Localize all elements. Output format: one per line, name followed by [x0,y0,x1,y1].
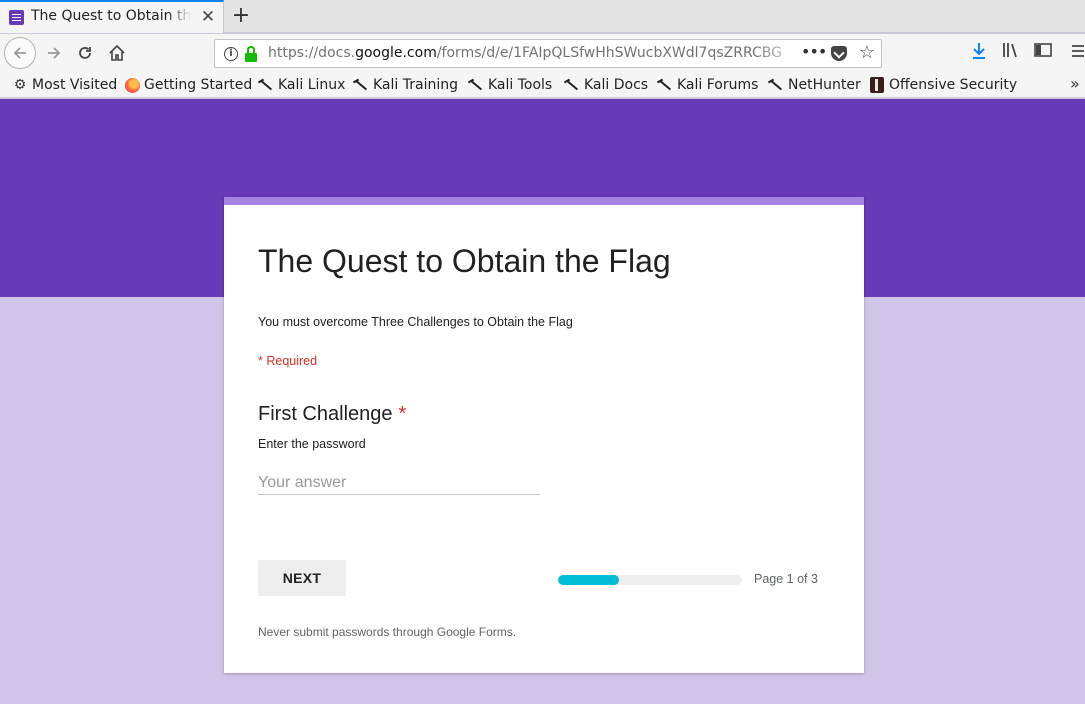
close-tab-icon[interactable]: ✕ [199,7,217,27]
new-tab-icon[interactable]: + [230,3,252,29]
bookmark-getting-started[interactable]: Getting Started [125,75,252,95]
bookmark-label: Kali Docs [584,77,649,93]
form-title: The Quest to Obtain the Flag [258,243,671,279]
bookmark-label: Kali Linux [278,77,346,93]
tab-title: The Quest to Obtain the Flag [31,8,191,24]
question-title: First Challenge * [258,403,406,426]
next-button[interactable]: NEXT [258,560,346,596]
bookmark-label: Kali Tools [488,77,553,93]
url-prefix: https://docs. [268,45,356,61]
lock-icon[interactable] [245,46,257,62]
bookmark-kali-docs[interactable]: Kali Docs [564,75,648,95]
bookmark-label: Most Visited [32,77,118,93]
progress-bar [558,575,742,585]
form-card: The Quest to Obtain the Flag You must ov… [224,197,864,673]
site-info-icon[interactable]: i [224,47,238,61]
bookmark-kali-training[interactable]: Kali Training [353,75,458,95]
progress-fill [558,575,620,585]
form-description: You must overcome Three Challenges to Ob… [258,315,573,329]
bookmark-most-visited[interactable]: ⚙ Most Visited [12,75,118,95]
bookmark-kali-forums[interactable]: Kali Forums [657,75,758,95]
sidebar-icon[interactable] [1032,42,1054,64]
kali-icon [768,77,784,93]
gear-icon: ⚙ [13,77,27,93]
page-actions-icon[interactable]: ••• [801,42,827,64]
tab-strip: The Quest to Obtain the Flag ✕ + [0,0,1085,33]
kali-icon [353,77,369,93]
kali-icon [468,77,484,93]
library-icon[interactable] [1000,42,1022,64]
url-text[interactable]: https://docs.google.com/forms/d/e/1FAIpQ… [268,45,808,63]
kali-icon [657,77,673,93]
bookmark-kali-linux[interactable]: Kali Linux [258,75,345,95]
page-background: The Quest to Obtain the Flag You must ov… [0,99,1085,704]
answer-input[interactable] [258,471,540,495]
download-icon[interactable] [968,42,990,64]
kali-icon [564,77,580,93]
required-note: * Required [258,354,318,368]
navigation-toolbar: i https://docs.google.com/forms/d/e/1FAI… [0,34,1085,72]
menu-icon[interactable] [1068,42,1085,64]
url-bar[interactable]: i https://docs.google.com/forms/d/e/1FAI… [214,39,882,68]
url-path: /forms/d/e/1FAIpQLSfwHhSWucbXWdl7qsZRRCB… [436,45,782,61]
kali-icon [258,77,274,93]
bookmark-nethunter[interactable]: NetHunter [768,75,861,95]
chevron-overflow-icon[interactable]: » [1070,74,1080,93]
reload-icon[interactable] [71,39,99,67]
google-forms-icon [9,10,24,25]
bookmark-label: Offensive Security [889,77,1018,93]
bookmark-label: Kali Forums [677,77,759,93]
firefox-icon [125,77,140,93]
bookmark-label: Getting Started [144,77,253,93]
bookmark-label: NetHunter [788,77,861,93]
pocket-icon[interactable] [831,46,847,61]
home-icon[interactable] [103,39,131,67]
required-asterisk: * [398,403,407,425]
forward-icon[interactable] [40,39,68,67]
back-icon[interactable] [4,37,36,69]
browser-tab[interactable]: The Quest to Obtain the Flag ✕ [0,0,224,33]
bookmark-label: Kali Training [373,77,458,93]
bookmark-kali-tools[interactable]: Kali Tools [468,75,552,95]
offsec-icon [870,77,884,93]
url-host: google.com [355,45,437,61]
bookmarks-toolbar: ⚙ Most Visited Getting Started Kali Linu… [0,72,1085,98]
password-warning: Never submit passwords through Google Fo… [258,625,517,639]
bookmark-star-icon[interactable]: ☆ [857,42,877,64]
question-help-text: Enter the password [258,437,366,451]
bookmark-offensive-security[interactable]: Offensive Security [870,75,1017,95]
question-title-text: First Challenge [258,403,393,425]
page-count: Page 1 of 3 [754,572,818,586]
